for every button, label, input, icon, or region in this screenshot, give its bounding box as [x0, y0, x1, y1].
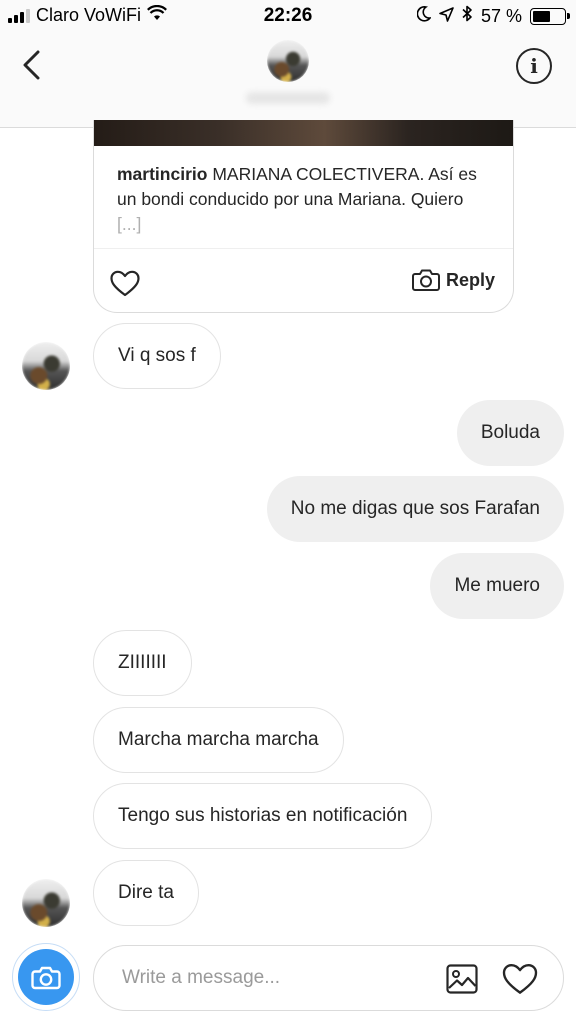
message-bubble-incoming[interactable]: Dire ta	[93, 860, 199, 926]
status-bar: Claro VoWiFi 22:26 57 %	[0, 0, 576, 34]
shared-post-card[interactable]: martincirio MARIANA COLECTIVERA. Así es …	[93, 120, 514, 313]
direct-message-screen: Claro VoWiFi 22:26 57 % i martincirio MA…	[0, 0, 576, 1024]
camera-outline-icon	[411, 269, 440, 291]
chevron-left-icon	[23, 50, 40, 80]
bluetooth-icon	[462, 5, 473, 27]
message-bubble-outgoing[interactable]: No me digas que sos Farafan	[266, 476, 564, 542]
moon-icon	[416, 5, 432, 27]
message-bubble-incoming[interactable]: Vi q sos f	[93, 323, 221, 389]
message-text: Marcha marcha marcha	[118, 729, 319, 750]
gallery-button[interactable]	[445, 962, 479, 996]
battery-icon	[530, 7, 570, 25]
location-arrow-icon	[439, 6, 454, 27]
post-image[interactable]	[94, 120, 513, 146]
sender-avatar[interactable]	[22, 342, 70, 390]
contact-avatar[interactable]	[267, 40, 309, 82]
image-icon	[446, 964, 478, 994]
conversation-header: i	[0, 34, 576, 128]
message-input[interactable]	[122, 946, 432, 1010]
message-bubble-outgoing[interactable]: Boluda	[456, 400, 564, 466]
heart-outline-icon	[502, 963, 538, 994]
battery-fill	[533, 10, 551, 22]
post-more[interactable]: [...]	[117, 214, 141, 234]
message-text: Me muero	[454, 575, 540, 596]
sender-avatar[interactable]	[22, 879, 70, 927]
message-text: ZIIIIIII	[118, 652, 167, 673]
message-bubble-outgoing[interactable]: Me muero	[430, 553, 564, 619]
info-icon: i	[530, 54, 538, 78]
like-heart-button[interactable]	[501, 960, 539, 998]
message-bubble-incoming[interactable]: Marcha marcha marcha	[93, 707, 344, 773]
message-bubble-incoming[interactable]: Tengo sus historias en notificación	[93, 783, 433, 849]
message-text: No me digas que sos Farafan	[290, 498, 540, 519]
message-text: Vi q sos f	[118, 345, 196, 366]
camera-button[interactable]	[12, 943, 80, 1011]
back-button[interactable]	[14, 48, 48, 82]
battery-percent: 57 %	[480, 5, 522, 26]
contact-name-blurred[interactable]	[246, 92, 330, 104]
message-text: Tengo sus historias en notificación	[118, 805, 408, 826]
reply-label: Reply	[445, 269, 495, 290]
post-username[interactable]: martincirio	[117, 164, 207, 184]
info-button[interactable]: i	[516, 48, 552, 84]
message-bubble-incoming[interactable]: ZIIIIIII	[93, 630, 192, 696]
message-composer	[93, 945, 564, 1011]
camera-icon	[31, 966, 61, 989]
post-reply-button[interactable]: Reply	[411, 268, 495, 292]
heart-outline-icon	[110, 270, 140, 296]
post-divider	[94, 248, 513, 249]
post-like-button[interactable]	[108, 266, 142, 300]
post-caption: martincirio MARIANA COLECTIVERA. Así es …	[117, 162, 489, 237]
message-text: Boluda	[480, 422, 540, 443]
camera-button-fill	[18, 949, 74, 1005]
status-right: 57 %	[416, 5, 570, 27]
message-text: Dire ta	[118, 882, 174, 903]
